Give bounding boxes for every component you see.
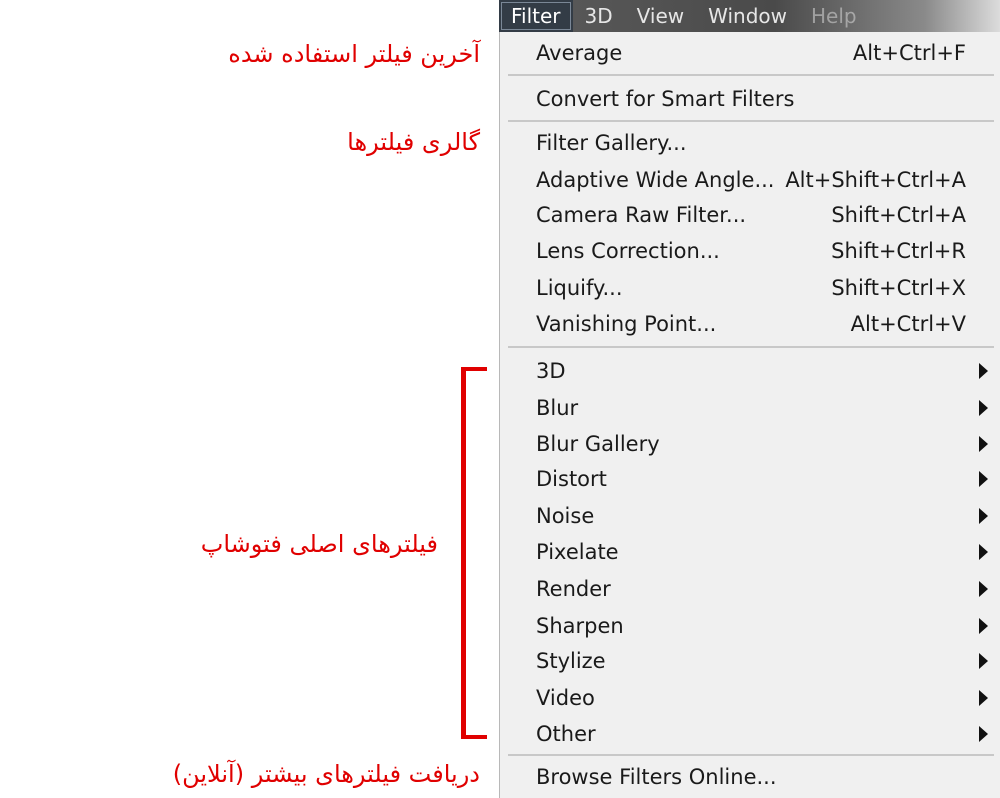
menu-item-last-filter[interactable]: Average Alt+Ctrl+F	[536, 36, 1000, 70]
menu-view[interactable]: View	[625, 0, 696, 32]
menu-item-lens-correction[interactable]: Lens Correction... Shift+Ctrl+R	[536, 234, 1000, 268]
menu-item-label: Blur Gallery	[536, 432, 660, 456]
submenu-arrow-icon	[979, 508, 988, 524]
menu-item-label: Vanishing Point...	[536, 312, 717, 336]
submenu-3d[interactable]: 3D	[536, 354, 1000, 388]
menu-filter[interactable]: Filter	[499, 0, 573, 32]
submenu-sharpen[interactable]: Sharpen	[536, 609, 1000, 643]
menu-item-shortcut: Shift+Ctrl+A	[831, 203, 966, 227]
submenu-arrow-icon	[979, 653, 988, 669]
submenu-other[interactable]: Other	[536, 717, 1000, 751]
menu-separator	[508, 346, 994, 348]
menu-item-label: Adaptive Wide Angle...	[536, 168, 775, 192]
menu-item-shortcut: Alt+Shift+Ctrl+A	[785, 168, 966, 192]
menu-item-label: Convert for Smart Filters	[536, 87, 795, 111]
submenu-pixelate[interactable]: Pixelate	[536, 535, 1000, 569]
submenu-arrow-icon	[979, 400, 988, 416]
menu-item-convert-smart-filters[interactable]: Convert for Smart Filters	[536, 82, 1000, 116]
submenu-video[interactable]: Video	[536, 681, 1000, 715]
menu-separator	[508, 74, 994, 76]
menu-bar: Filter 3D View Window Help	[499, 0, 1000, 32]
submenu-noise[interactable]: Noise	[536, 499, 1000, 533]
menu-item-shortcut: Alt+Ctrl+F	[852, 41, 966, 65]
menu-separator	[508, 754, 994, 756]
menu-item-camera-raw-filter[interactable]: Camera Raw Filter... Shift+Ctrl+A	[536, 198, 1000, 232]
submenu-arrow-icon	[979, 363, 988, 379]
annotation-filter-gallery: گالری فیلترها	[347, 128, 480, 156]
menu-item-label: Pixelate	[536, 540, 619, 564]
menu-separator	[508, 120, 994, 122]
filter-dropdown-menu: Average Alt+Ctrl+F Convert for Smart Fil…	[499, 32, 1000, 798]
menu-item-label: Other	[536, 722, 596, 746]
menu-item-shortcut: Shift+Ctrl+X	[831, 276, 966, 300]
menu-help[interactable]: Help	[799, 0, 869, 32]
menu-item-shortcut: Shift+Ctrl+R	[831, 239, 966, 263]
main-filters-bracket	[461, 367, 487, 739]
menu-item-label: Distort	[536, 467, 607, 491]
menu-item-label: Filter Gallery...	[536, 131, 687, 155]
menu-item-label: Average	[536, 41, 623, 65]
submenu-arrow-icon	[979, 690, 988, 706]
submenu-blur[interactable]: Blur	[536, 391, 1000, 425]
annotation-last-filter: آخرین فیلتر استفاده شده	[228, 40, 480, 68]
menu-item-label: Render	[536, 577, 611, 601]
submenu-arrow-icon	[979, 618, 988, 634]
menu-item-label: Noise	[536, 504, 595, 528]
submenu-blur-gallery[interactable]: Blur Gallery	[536, 427, 1000, 461]
submenu-render[interactable]: Render	[536, 572, 1000, 606]
submenu-arrow-icon	[979, 726, 988, 742]
submenu-arrow-icon	[979, 581, 988, 597]
menu-window[interactable]: Window	[696, 0, 799, 32]
annotation-main-filters: فیلترهای اصلی فتوشاپ	[200, 530, 438, 558]
submenu-arrow-icon	[979, 471, 988, 487]
menu-item-label: Lens Correction...	[536, 239, 720, 263]
menu-item-label: Sharpen	[536, 614, 624, 638]
menu-item-label: Liquify...	[536, 276, 623, 300]
submenu-arrow-icon	[979, 436, 988, 452]
menu-item-filter-gallery[interactable]: Filter Gallery...	[536, 126, 1000, 160]
submenu-arrow-icon	[979, 544, 988, 560]
menu-item-shortcut: Alt+Ctrl+V	[850, 312, 966, 336]
menu-item-label: Browse Filters Online...	[536, 765, 777, 789]
menu-item-vanishing-point[interactable]: Vanishing Point... Alt+Ctrl+V	[536, 307, 1000, 341]
submenu-distort[interactable]: Distort	[536, 462, 1000, 496]
menu-item-liquify[interactable]: Liquify... Shift+Ctrl+X	[536, 271, 1000, 305]
submenu-stylize[interactable]: Stylize	[536, 644, 1000, 678]
menu-item-label: 3D	[536, 359, 566, 383]
menu-item-label: Blur	[536, 396, 579, 420]
menu-item-label: Stylize	[536, 649, 606, 673]
annotation-online-filters: دریافت فیلترهای بیشتر (آنلاین)	[172, 760, 480, 788]
menu-item-adaptive-wide-angle[interactable]: Adaptive Wide Angle... Alt+Shift+Ctrl+A	[536, 163, 1000, 197]
menu-3d[interactable]: 3D	[573, 0, 625, 32]
menu-item-label: Video	[536, 686, 595, 710]
menu-item-browse-filters-online[interactable]: Browse Filters Online...	[536, 760, 1000, 794]
menu-item-label: Camera Raw Filter...	[536, 203, 747, 227]
